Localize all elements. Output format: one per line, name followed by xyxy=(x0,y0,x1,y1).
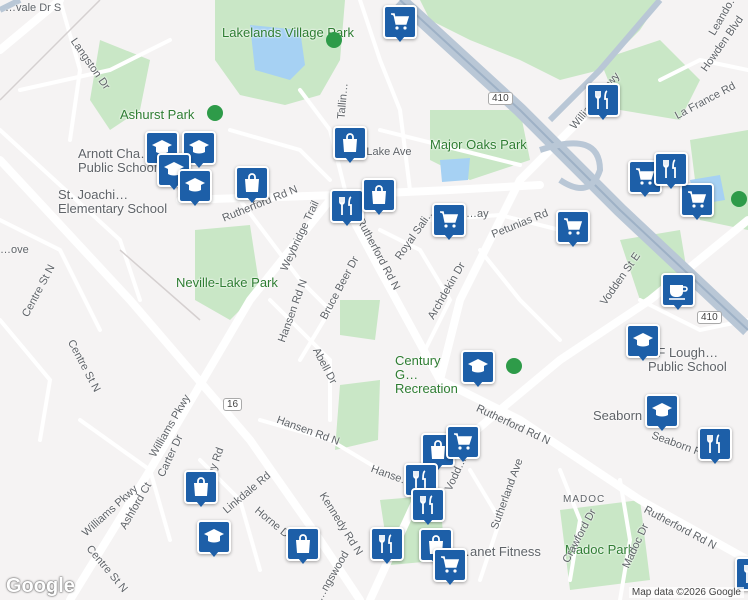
marker-tail xyxy=(444,234,454,240)
marker-tail xyxy=(247,197,257,203)
school-marker[interactable] xyxy=(645,394,679,432)
fork-knife-icon xyxy=(698,427,732,461)
marker-tail xyxy=(458,456,468,462)
marker-tail xyxy=(194,162,204,168)
map-canvas[interactable]: Lakelands Village Park Ashurst Park Majo… xyxy=(0,0,748,600)
highway-shield: 410 xyxy=(697,311,722,324)
fork-knife-icon xyxy=(330,189,364,223)
map-base-layer xyxy=(0,0,748,600)
school-marker[interactable] xyxy=(197,520,231,558)
fork-knife-icon xyxy=(370,527,404,561)
cart-icon xyxy=(432,203,466,237)
fork-knife-icon xyxy=(411,488,445,522)
map-attribution[interactable]: Map data ©2026 Google xyxy=(628,587,744,598)
shopping-marker[interactable] xyxy=(446,425,480,463)
restaurant-marker[interactable] xyxy=(586,83,620,121)
marker-tail xyxy=(640,191,650,197)
marker-tail xyxy=(423,519,433,525)
marker-tail xyxy=(638,355,648,361)
fork-knife-icon xyxy=(654,152,688,186)
madoc-park-area xyxy=(560,500,650,590)
restaurant-marker[interactable] xyxy=(370,527,404,565)
restaurant-marker[interactable] xyxy=(698,427,732,465)
marker-tail xyxy=(666,183,676,189)
google-logo: Google xyxy=(6,575,75,597)
graduation-cap-icon xyxy=(645,394,679,428)
school-marker[interactable] xyxy=(626,324,660,362)
shopping-marker[interactable] xyxy=(362,178,396,216)
marker-tail xyxy=(710,458,720,464)
marker-tail xyxy=(345,157,355,163)
cart-icon xyxy=(556,210,590,244)
marker-tail xyxy=(374,209,384,215)
shopping-marker[interactable] xyxy=(333,126,367,164)
shopping-marker[interactable] xyxy=(556,210,590,248)
shopping-marker[interactable] xyxy=(432,203,466,241)
shopping-marker[interactable] xyxy=(235,166,269,204)
school-marker[interactable] xyxy=(178,169,212,207)
marker-tail xyxy=(568,241,578,247)
marker-tail xyxy=(473,381,483,387)
cart-icon xyxy=(446,425,480,459)
shopping-marker[interactable] xyxy=(184,470,218,508)
graduation-cap-icon xyxy=(461,350,495,384)
restaurant-marker[interactable] xyxy=(411,488,445,526)
bag-icon xyxy=(333,126,367,160)
marker-tail xyxy=(445,579,455,585)
highway-shield: 410 xyxy=(488,92,513,105)
graduation-cap-icon xyxy=(626,324,660,358)
cart-icon xyxy=(383,5,417,39)
shopping-marker[interactable] xyxy=(383,5,417,43)
fork-knife-icon xyxy=(735,557,748,591)
marker-tail xyxy=(657,425,667,431)
marker-tail xyxy=(298,558,308,564)
shopping-marker[interactable] xyxy=(433,548,467,586)
highway-shield: 16 xyxy=(223,398,243,411)
restaurant-marker[interactable] xyxy=(654,152,688,190)
marker-tail xyxy=(395,36,405,42)
bag-icon xyxy=(184,470,218,504)
marker-tail xyxy=(598,114,608,120)
marker-tail xyxy=(196,501,206,507)
marker-tail xyxy=(209,551,219,557)
marker-tail xyxy=(342,220,352,226)
bag-icon xyxy=(235,166,269,200)
cart-icon xyxy=(433,548,467,582)
fork-knife-icon xyxy=(586,83,620,117)
bag-icon xyxy=(286,527,320,561)
marker-tail xyxy=(673,304,683,310)
restaurant-marker[interactable] xyxy=(330,189,364,227)
marker-tail xyxy=(692,214,702,220)
marker-tail xyxy=(190,200,200,206)
bag-icon xyxy=(362,178,396,212)
shopping-marker[interactable] xyxy=(286,527,320,565)
cafe-marker[interactable] xyxy=(661,273,695,311)
graduation-cap-icon xyxy=(197,520,231,554)
graduation-cap-icon xyxy=(178,169,212,203)
school-marker[interactable] xyxy=(461,350,495,388)
coffee-cup-icon xyxy=(661,273,695,307)
marker-tail xyxy=(382,558,392,564)
